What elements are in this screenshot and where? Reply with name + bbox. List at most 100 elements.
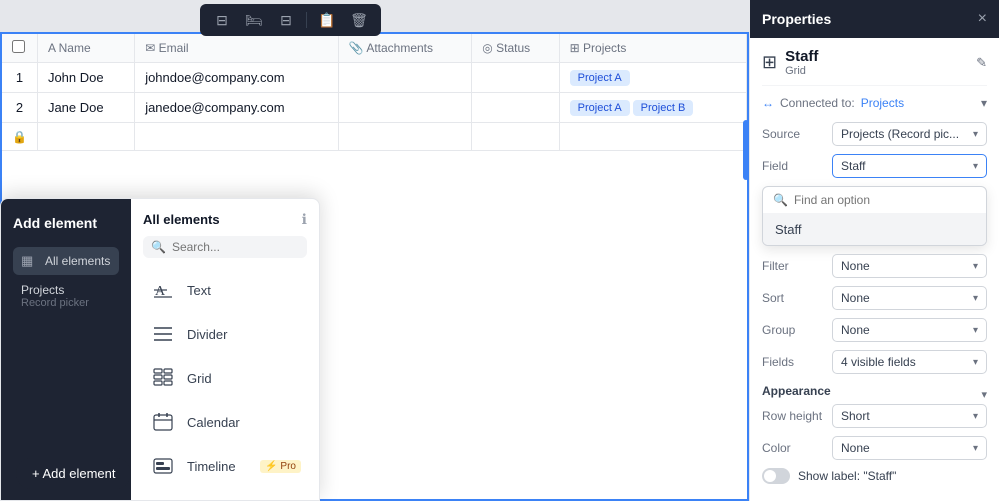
nav-item-projects[interactable]: Projects Record picker bbox=[13, 279, 119, 313]
data-table: A Name ✉ Email 📎 Attachments ◎ Status ⊞ … bbox=[2, 34, 747, 151]
color-select[interactable]: None ▾ bbox=[832, 436, 987, 460]
col-checkbox[interactable] bbox=[2, 34, 37, 63]
table-row-lock: 🔒 bbox=[2, 123, 747, 151]
grid-label: Grid bbox=[187, 371, 212, 386]
toolbar-icon-2[interactable]: 🛏 bbox=[240, 8, 268, 32]
element-search-box[interactable]: 🔍 bbox=[143, 236, 307, 258]
row-num-2: 2 bbox=[2, 93, 37, 123]
row-height-value: Short bbox=[841, 409, 870, 423]
cell-lock-email bbox=[135, 123, 339, 151]
add-element-button[interactable]: + Add element bbox=[16, 458, 131, 489]
element-divider[interactable]: Divider bbox=[143, 312, 307, 356]
text-label: Text bbox=[187, 283, 211, 298]
element-search-input[interactable] bbox=[172, 240, 299, 254]
row-height-control[interactable]: Short ▾ bbox=[832, 404, 987, 428]
group-select[interactable]: None ▾ bbox=[832, 318, 987, 342]
connected-to-label: Connected to: bbox=[780, 96, 855, 110]
cell-lock-name bbox=[37, 123, 134, 151]
cell-email-1: johndoe@company.com bbox=[135, 63, 339, 93]
row-height-label: Row height bbox=[762, 409, 832, 423]
add-panel-content: All elements ℹ 🔍 A Text Divider bbox=[131, 199, 319, 500]
field-control[interactable]: Staff ▾ bbox=[832, 154, 987, 178]
cell-lock-attach bbox=[338, 123, 472, 151]
color-chevron-icon: ▾ bbox=[973, 443, 978, 454]
dropdown-item-staff[interactable]: Staff bbox=[763, 214, 986, 245]
show-label-toggle[interactable] bbox=[762, 468, 790, 484]
props-name-group: Staff Grid bbox=[785, 48, 818, 77]
fields-control[interactable]: 4 visible fields ▾ bbox=[832, 350, 987, 374]
nav-projects-label: Projects bbox=[21, 283, 111, 297]
add-panel-right-header: All elements ℹ bbox=[143, 211, 307, 228]
col-name-icon: A bbox=[48, 41, 55, 55]
cell-attachments-1 bbox=[338, 63, 472, 93]
col-email: ✉ Email bbox=[135, 34, 339, 63]
cell-email-2: janedoe@company.com bbox=[135, 93, 339, 123]
text-icon: A bbox=[149, 276, 177, 304]
cell-status-1 bbox=[472, 63, 559, 93]
grid-icon bbox=[149, 364, 177, 392]
field-value: Staff bbox=[841, 159, 865, 173]
sort-label: Sort bbox=[762, 291, 832, 305]
row-height-select[interactable]: Short ▾ bbox=[832, 404, 987, 428]
toolbar-icon-delete[interactable]: 🗑 bbox=[345, 8, 373, 32]
cell-lock: 🔒 bbox=[2, 123, 37, 151]
properties-panel: Properties × ⊞ Staff Grid ✎ ↔ Connected … bbox=[749, 0, 999, 501]
add-panel-title: Add element bbox=[13, 215, 119, 231]
project-badge-b: Project B bbox=[633, 100, 694, 116]
field-dropdown: 🔍 Staff bbox=[762, 186, 987, 246]
edit-icon[interactable]: ✎ bbox=[976, 55, 987, 71]
filter-select[interactable]: None ▾ bbox=[832, 254, 987, 278]
info-icon: ℹ bbox=[302, 211, 307, 228]
toolbar-icon-3[interactable]: ⊟ bbox=[272, 8, 300, 32]
toolbar: ⊟ 🛏 ⊟ 📋 🗑 bbox=[200, 4, 381, 36]
col-projects: ⊞ Projects bbox=[559, 34, 746, 63]
connected-value: Projects bbox=[861, 96, 904, 110]
pro-badge: ⚡ Pro bbox=[260, 460, 301, 473]
sort-row: Sort None ▾ bbox=[762, 286, 987, 310]
props-body: ⊞ Staff Grid ✎ ↔ Connected to: Projects … bbox=[750, 38, 999, 500]
search-icon: 🔍 bbox=[151, 240, 166, 254]
connected-bar[interactable]: ↔ Connected to: Projects ▾ bbox=[762, 96, 987, 110]
source-control[interactable]: Projects (Record pic... ▾ bbox=[832, 122, 987, 146]
appearance-title: Appearance bbox=[762, 384, 831, 398]
scroll-indicator bbox=[743, 120, 749, 180]
dropdown-search-input[interactable] bbox=[794, 193, 976, 207]
filter-control[interactable]: None ▾ bbox=[832, 254, 987, 278]
field-chevron-icon: ▾ bbox=[973, 161, 978, 172]
all-elements-icon: ▦ bbox=[21, 253, 37, 269]
appearance-header[interactable]: Appearance ▾ bbox=[762, 384, 987, 404]
field-select[interactable]: Staff ▾ bbox=[832, 154, 987, 178]
close-icon[interactable]: × bbox=[978, 10, 987, 28]
element-grid[interactable]: Grid bbox=[143, 356, 307, 400]
filter-label: Filter bbox=[762, 259, 832, 273]
connected-arrows-icon: ↔ bbox=[762, 96, 774, 110]
cell-projects-1: Project A bbox=[559, 63, 746, 93]
table-row: 2 Jane Doe janedoe@company.com Project A… bbox=[2, 93, 747, 123]
group-control[interactable]: None ▾ bbox=[832, 318, 987, 342]
cell-lock-status bbox=[472, 123, 559, 151]
col-projects-icon: ⊞ bbox=[570, 41, 580, 55]
element-text[interactable]: A Text bbox=[143, 268, 307, 312]
fields-select[interactable]: 4 visible fields ▾ bbox=[832, 350, 987, 374]
elements-title: All elements bbox=[143, 212, 220, 227]
project-badge-a: Project A bbox=[570, 100, 630, 116]
color-control[interactable]: None ▾ bbox=[832, 436, 987, 460]
select-all-checkbox[interactable] bbox=[12, 40, 25, 53]
sort-select[interactable]: None ▾ bbox=[832, 286, 987, 310]
dropdown-search-row[interactable]: 🔍 bbox=[763, 187, 986, 214]
sort-control[interactable]: None ▾ bbox=[832, 286, 987, 310]
cell-name-2: Jane Doe bbox=[37, 93, 134, 123]
toolbar-icon-copy[interactable]: 📋 bbox=[313, 8, 341, 32]
color-value: None bbox=[841, 441, 870, 455]
nav-item-all-elements[interactable]: ▦ All elements bbox=[13, 247, 119, 275]
row-height-chevron-icon: ▾ bbox=[973, 411, 978, 422]
cell-attachments-2 bbox=[338, 93, 472, 123]
filter-value: None bbox=[841, 259, 870, 273]
toolbar-separator bbox=[306, 12, 307, 28]
sort-chevron-icon: ▾ bbox=[973, 293, 978, 304]
source-select[interactable]: Projects (Record pic... ▾ bbox=[832, 122, 987, 146]
element-calendar[interactable]: Calendar bbox=[143, 400, 307, 444]
cell-name-1: John Doe bbox=[37, 63, 134, 93]
toolbar-icon-1[interactable]: ⊟ bbox=[208, 8, 236, 32]
element-timeline[interactable]: Timeline ⚡ Pro bbox=[143, 444, 307, 488]
